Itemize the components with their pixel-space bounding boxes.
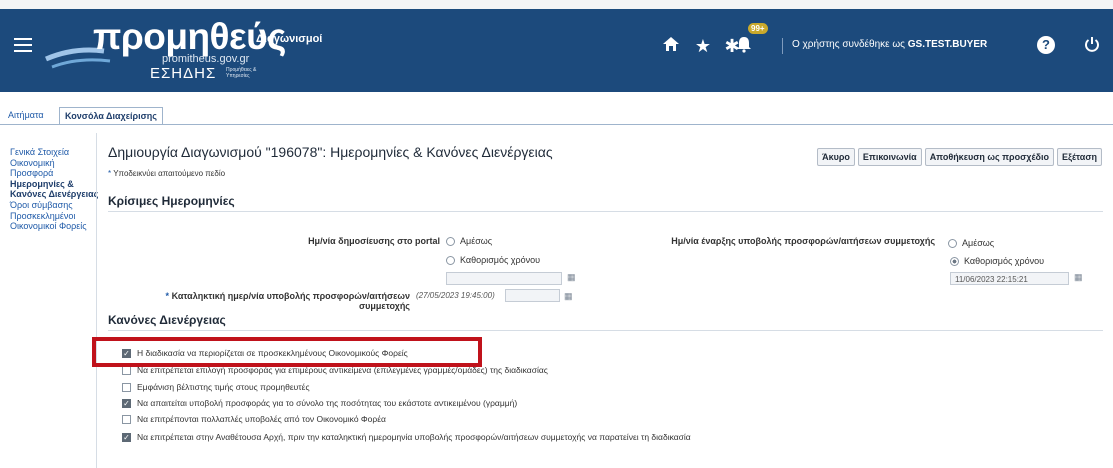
checkbox-unchecked[interactable] [122, 414, 131, 424]
publish-date-label: Ημ/νία δημοσίευσης στο portal [308, 236, 440, 246]
logo-esidis: ΕΣΗΔΗΣ [150, 65, 217, 82]
sidenav-item-general[interactable]: Γενικά Στοιχεία [10, 147, 100, 157]
critical-dates-title: Κρίσιμες Ημερομηνίες [108, 194, 235, 208]
radio-circle[interactable] [948, 238, 957, 248]
publish-date-input[interactable] [446, 272, 562, 285]
logged-in-user: Ο χρήστης συνδέθηκε ως GS.TEST.BUYER [792, 39, 987, 50]
deadline-label: * Καταληκτική ημερ/νία υποβολής προσφορώ… [120, 291, 410, 311]
sidenav-divider [96, 133, 97, 468]
deadline-previous-value: (27/05/2023 19:45:00) [416, 291, 495, 300]
radio-circle[interactable] [446, 255, 455, 265]
top-strip [0, 0, 1113, 9]
publish-scheduled-radio[interactable]: Καθορισμός χρόνου [446, 255, 540, 265]
bell-icon[interactable] [733, 35, 755, 57]
start-now-label: Αμέσως [962, 238, 995, 248]
section-divider [108, 330, 1103, 331]
checkbox-checked[interactable]: ✓ [122, 432, 131, 442]
start-date-input[interactable]: 11/06/2023 22:15:21 [950, 272, 1069, 285]
required-note-text: Υποδεικνύει απαιτούμενο πεδίο [113, 169, 226, 178]
tabs-bar: Αιτήματα Κονσόλα Διαχείρισης [0, 92, 1113, 127]
tab-requests[interactable]: Αιτήματα [3, 107, 49, 125]
page-title: Δημιουργία Διαγωνισμού "196078": Ημερομη… [108, 144, 553, 160]
sidenav-item-dates-rules[interactable]: Ημερομηνίες & Κανόνες Διενέργειας [10, 179, 100, 199]
menu-icon[interactable] [14, 38, 32, 52]
deadline-label-text: Καταληκτική ημερ/νία υποβολής προσφορών/… [171, 291, 410, 311]
help-icon[interactable]: ? [1037, 36, 1055, 54]
main-content: Γενικά Στοιχεία Οικονομική Προσφορά Ημερ… [0, 125, 1113, 468]
rule-label: Να επιτρέπονται πολλαπλές υποβολές από τ… [137, 414, 386, 424]
required-note: * Υποδεικνύει απαιτούμενο πεδίο [108, 169, 225, 178]
app-name: Διαγωνισμοί [256, 33, 323, 45]
start-date-label: Ημ/νία έναρξης υποβολής προσφορών/αιτήσε… [671, 236, 935, 246]
calendar-icon[interactable]: ▦ [1074, 272, 1083, 283]
deadline-input[interactable] [505, 289, 560, 302]
rule-label: Να απαιτείται υποβολή προσφοράς για το σ… [137, 398, 518, 408]
action-buttons: Άκυρο Επικοινωνία Αποθήκευση ως προσχέδι… [817, 148, 1102, 166]
highlight-annotation-box [92, 337, 482, 367]
rule-checkbox-multiple-submissions[interactable]: Να επιτρέπονται πολλαπλές υποβολές από τ… [122, 414, 386, 424]
start-scheduled-radio[interactable]: Καθορισμός χρόνου [950, 256, 1044, 266]
rule-checkbox-full-quantity[interactable]: ✓ Να απαιτείται υποβολή προσφοράς για το… [122, 398, 517, 408]
logo-url: promitheus.gov.gr [162, 53, 250, 65]
rule-checkbox-extend-deadline[interactable]: ✓ Να επιτρέπεται στην Αναθέτουσα Αρχή, π… [122, 432, 691, 442]
calendar-icon[interactable]: ▦ [564, 291, 573, 302]
communication-button[interactable]: Επικοινωνία [857, 148, 922, 166]
publish-now-radio[interactable]: Αμέσως [446, 236, 492, 246]
rule-checkbox-best-price[interactable]: Εμφάνιση βέλτιστης τιμής στους προμηθευτ… [122, 382, 310, 392]
required-star: * [165, 291, 170, 301]
rule-label: Να επιτρέπεται στην Αναθέτουσα Αρχή, πρι… [137, 432, 691, 442]
sidenav-item-contract-terms[interactable]: Όροι σύμβασης [10, 200, 100, 210]
review-button[interactable]: Εξέταση [1056, 148, 1102, 166]
sidenav-item-financial-offer[interactable]: Οικονομική Προσφορά [10, 158, 100, 178]
start-scheduled-label: Καθορισμός χρόνου [964, 256, 1045, 266]
required-star: * [108, 169, 112, 178]
checkbox-checked[interactable]: ✓ [122, 398, 131, 408]
power-icon[interactable] [1081, 35, 1103, 57]
sidenav-item-invited-suppliers[interactable]: Προσκεκλημένοι Οικονομικοί Φορείς [10, 211, 100, 231]
publish-scheduled-label: Καθορισμός χρόνου [460, 255, 541, 265]
rules-title: Κανόνες Διενέργειας [108, 313, 226, 327]
radio-circle-selected[interactable] [950, 256, 959, 266]
rule-label: Εμφάνιση βέλτιστης τιμής στους προμηθευτ… [137, 382, 310, 392]
app-header: προμηθεύς promitheus.gov.gr ΕΣΗΔΗΣ Προμή… [0, 9, 1113, 92]
cancel-button[interactable]: Άκυρο [817, 148, 855, 166]
calendar-icon[interactable]: ▦ [567, 272, 576, 283]
star-icon[interactable]: ★ [692, 35, 714, 57]
side-navigation: Γενικά Στοιχεία Οικονομική Προσφορά Ημερ… [10, 147, 100, 232]
notification-badge: 99+ [748, 23, 768, 34]
user-prefix: Ο χρήστης συνδέθηκε ως [792, 39, 905, 50]
save-draft-button[interactable]: Αποθήκευση ως προσχέδιο [924, 148, 1054, 166]
publish-now-label: Αμέσως [460, 236, 493, 246]
section-divider [108, 211, 1103, 212]
checkbox-unchecked[interactable] [122, 382, 131, 392]
logo-subtitle: Προμήθειες & Υπηρεσίες [226, 67, 257, 79]
user-name: GS.TEST.BUYER [907, 39, 988, 50]
header-separator [782, 38, 783, 54]
start-now-radio[interactable]: Αμέσως [948, 238, 994, 248]
home-icon[interactable] [660, 35, 682, 57]
radio-circle[interactable] [446, 236, 455, 246]
